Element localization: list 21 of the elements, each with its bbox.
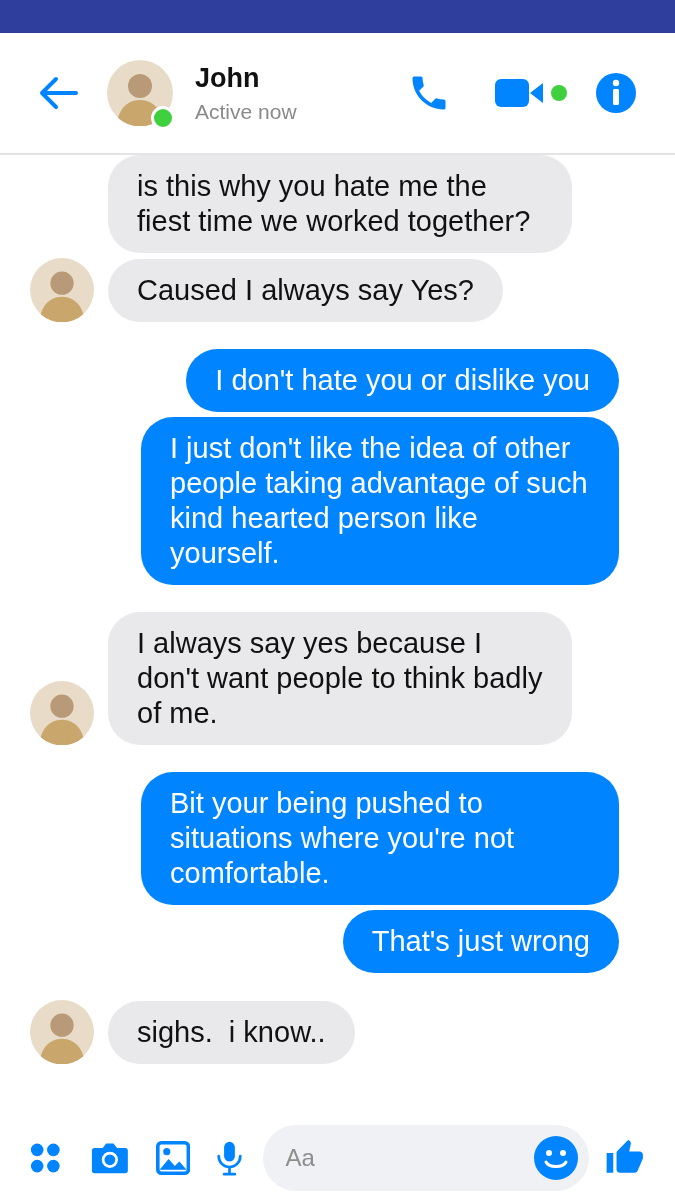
incoming-message: I always say yes because I don't want people to think badly of me. (108, 612, 572, 745)
info-icon[interactable] (595, 72, 637, 114)
outgoing-message: I just don't like the idea of other people taking advantage of such kind hearted person like yourself. (141, 417, 619, 585)
incoming-message: is this why you hate me the fiest time we worked together? (108, 155, 572, 253)
avatar (30, 258, 94, 322)
contact-name: John (195, 61, 261, 95)
video-camera-icon[interactable] (495, 77, 545, 109)
avatar (30, 1000, 94, 1064)
apps-icon[interactable] (30, 1141, 61, 1175)
message-field[interactable]: Aa (263, 1125, 590, 1191)
emoji-icon[interactable] (533, 1135, 580, 1181)
outgoing-message: I don't hate you or dislike you (186, 349, 619, 412)
avatar (30, 681, 94, 745)
incoming-message: sighs. i know.. (108, 1001, 355, 1064)
incoming-message: Caused I always say Yes? (108, 259, 503, 322)
outgoing-message: Bit your being pushed to situations where you're not comfortable. (141, 772, 619, 905)
image-icon[interactable] (156, 1139, 191, 1177)
contact-status: Active now (195, 98, 297, 125)
avatar (107, 60, 173, 126)
outgoing-message: That's just wrong (342, 910, 619, 973)
back-icon[interactable] (38, 76, 78, 110)
